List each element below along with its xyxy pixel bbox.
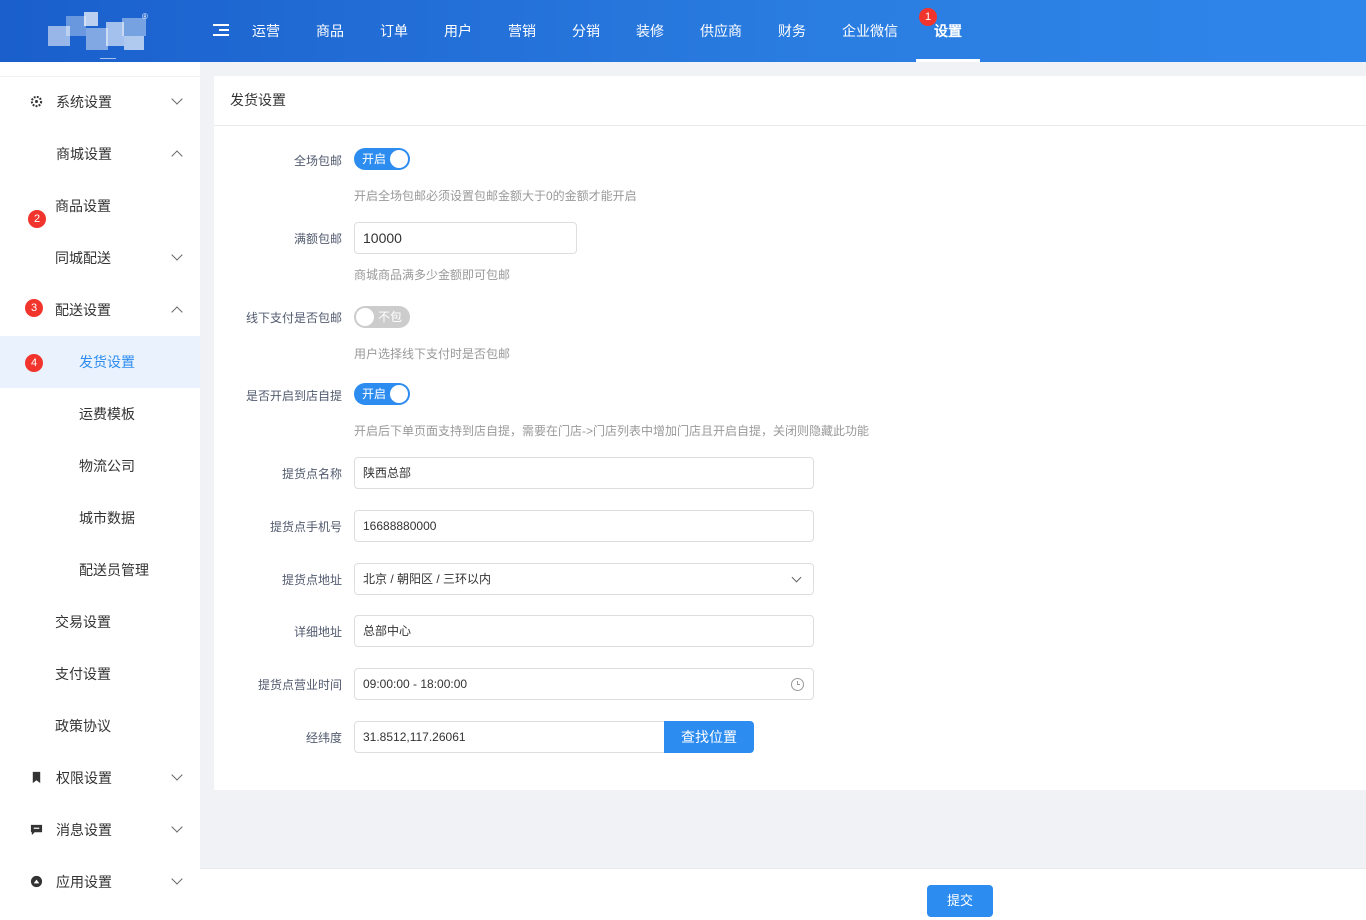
nav-distribution[interactable]: 分销	[554, 0, 618, 62]
top-nav: 运营 商品 订单 用户 营销 分销 装修 供应商 财务 企业微信 设置	[234, 0, 980, 62]
message-icon	[30, 824, 43, 836]
sidebar-item-city-data[interactable]: 城市数据	[0, 492, 200, 544]
threshold-input[interactable]: 10000	[354, 222, 577, 254]
chevron-down-icon	[171, 93, 183, 105]
pickup-address-select[interactable]: 北京 / 朝阳区 / 三环以内	[354, 563, 814, 595]
chevron-down-icon	[171, 249, 183, 261]
sidebar-item-system[interactable]: 系统设置	[0, 76, 200, 128]
pickup-phone-input[interactable]: 16688880000	[354, 510, 814, 542]
app-icon	[30, 875, 43, 888]
footer-bar: 提交	[200, 868, 1366, 920]
pickup-name-input[interactable]: 陕西总部	[354, 457, 814, 489]
nav-decoration[interactable]: 装修	[618, 0, 682, 62]
sidebar-item-payment-settings[interactable]: 支付设置	[0, 648, 200, 700]
nav-supplier[interactable]: 供应商	[682, 0, 760, 62]
chevron-down-icon	[171, 821, 183, 833]
sidebar-item-city-delivery[interactable]: 同城配送	[0, 232, 200, 284]
sidebar-item-mall[interactable]: 商城设置	[0, 128, 200, 180]
sidebar-item-courier-mgmt[interactable]: 配送员管理	[0, 544, 200, 596]
gear-icon	[30, 95, 43, 108]
step-badge-3: 3	[25, 299, 43, 317]
collapse-menu-icon[interactable]	[213, 22, 229, 38]
submit-button[interactable]: 提交	[927, 885, 993, 917]
detail-address-input[interactable]: 总部中心	[354, 615, 814, 647]
sidebar-item-apps[interactable]: 应用设置	[0, 856, 200, 908]
business-hours-picker[interactable]: 09:00:00 - 18:00:00	[354, 668, 814, 700]
self-pickup-switch[interactable]: 开启	[354, 383, 410, 405]
chevron-up-icon	[171, 150, 183, 162]
clock-icon	[791, 678, 804, 691]
offline-pay-switch[interactable]: 不包	[354, 306, 410, 328]
sidebar-item-logistics[interactable]: 物流公司	[0, 440, 200, 492]
logo: ®	[46, 12, 150, 52]
chevron-down-icon	[171, 873, 183, 885]
sidebar-item-messages[interactable]: 消息设置	[0, 804, 200, 856]
chevron-up-icon	[171, 306, 183, 318]
nav-operation[interactable]: 运营	[234, 0, 298, 62]
step-badge-4: 4	[25, 354, 43, 372]
bookmark-icon	[32, 771, 41, 784]
shipping-settings-card: 发货设置 全场包邮 开启 开启全场包邮必须设置包邮金额大于0的金额才能开启 满额…	[214, 76, 1366, 790]
find-location-button[interactable]: 查找位置	[664, 721, 754, 753]
nav-products[interactable]: 商品	[298, 0, 362, 62]
sidebar-item-policy[interactable]: 政策协议	[0, 700, 200, 752]
step-badge-1: 1	[919, 8, 937, 26]
free-shipping-switch[interactable]: 开启	[354, 148, 410, 170]
sidebar-item-permissions[interactable]: 权限设置	[0, 752, 200, 804]
registered-mark: ®	[142, 12, 148, 21]
nav-finance[interactable]: 财务	[760, 0, 824, 62]
sidebar-item-product-settings[interactable]: 商品设置	[0, 180, 200, 232]
page-title: 发货设置	[214, 76, 1366, 126]
chevron-down-icon	[791, 572, 802, 583]
top-header: ® 运营 商品 订单 用户 营销 分销 装修 供应商 财务 企业微信 设置 1	[0, 0, 1366, 62]
nav-wecom[interactable]: 企业微信	[824, 0, 916, 62]
coordinates-input[interactable]: 31.8512,117.26061	[354, 721, 666, 753]
sidebar: 系统设置 商城设置 2 商品设置 同城配送 配送设置 3 发货设置 4 运费模板…	[0, 62, 200, 920]
sidebar-item-trade-settings[interactable]: 交易设置	[0, 596, 200, 648]
nav-users[interactable]: 用户	[426, 0, 490, 62]
chevron-down-icon	[171, 769, 183, 781]
sidebar-item-freight-template[interactable]: 运费模板	[0, 388, 200, 440]
nav-orders[interactable]: 订单	[362, 0, 426, 62]
nav-marketing[interactable]: 营销	[490, 0, 554, 62]
